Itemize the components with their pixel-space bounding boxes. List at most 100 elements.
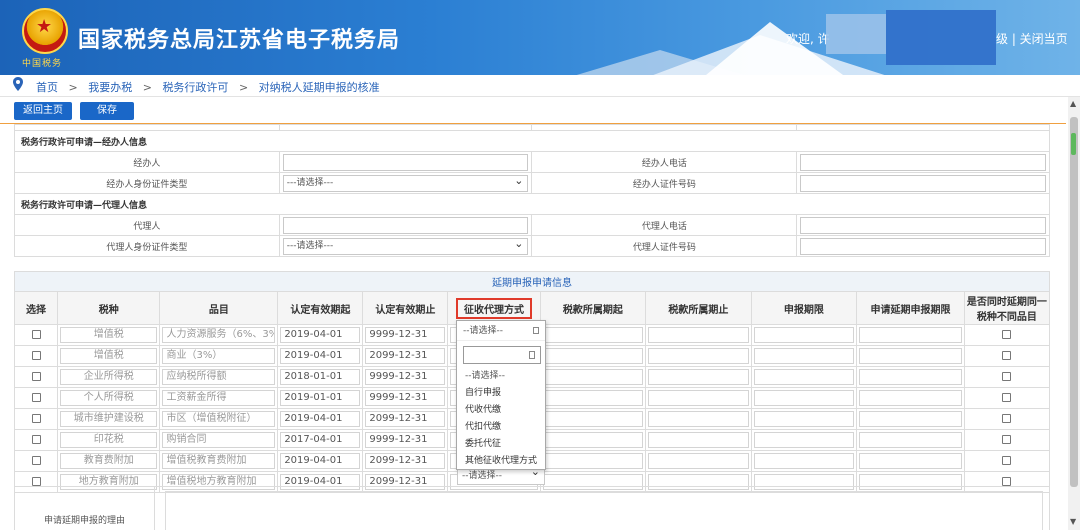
filing-deadline-input[interactable] <box>753 432 855 448</box>
row-select-checkbox[interactable] <box>31 393 41 402</box>
extended-deadline-input[interactable] <box>859 453 962 469</box>
proxy-phone-input[interactable] <box>800 216 1046 234</box>
save-button[interactable]: 保存 <box>80 102 134 120</box>
period-end-input[interactable] <box>648 411 749 427</box>
extended-deadline-input[interactable] <box>859 432 962 448</box>
proxy-id-no-input[interactable] <box>800 237 1046 255</box>
proxy-name-input[interactable] <box>282 216 529 234</box>
filing-deadline-input[interactable] <box>753 453 855 469</box>
row-select-checkbox[interactable] <box>31 435 41 444</box>
breadcrumb-separator: > <box>238 81 249 94</box>
dropdown-current-label: --请选择-- <box>463 326 503 336</box>
extended-deadline-input[interactable] <box>859 411 962 427</box>
collection-method-dropdown[interactable]: --请选择-- --请选择-- 自行申报 代收代缴 代扣代缴 委托代征 其他征收代理方式 <box>456 320 546 470</box>
extended-deadline-input[interactable] <box>859 327 962 343</box>
same-tax-extend-checkbox[interactable] <box>1002 393 1012 402</box>
period-start-input[interactable] <box>542 369 644 385</box>
tax-type-cell: 教育费附加 <box>60 453 158 469</box>
valid-to-cell: 9999-12-31 <box>365 327 446 343</box>
row-select-checkbox[interactable] <box>31 351 41 360</box>
filing-deadline-input[interactable] <box>753 369 855 385</box>
proxy-id-type-label: 代理人身份证件类型 <box>14 235 280 257</box>
proxy-section-title: 税务行政许可申请—代理人信息 <box>14 193 1050 215</box>
filing-deadline-input[interactable] <box>753 390 855 406</box>
period-end-input[interactable] <box>648 432 749 448</box>
agent-phone-input[interactable] <box>800 153 1046 171</box>
col-header-9: 申请延期申报期限 <box>856 291 965 325</box>
filing-deadline-input[interactable] <box>753 411 855 427</box>
col-header-2: 品目 <box>159 291 279 325</box>
same-tax-extend-checkbox[interactable] <box>1002 456 1012 465</box>
breadcrumb-tax-service[interactable]: 我要办税 <box>88 81 132 94</box>
dropdown-option[interactable]: --请选择-- <box>457 368 545 385</box>
period-end-input[interactable] <box>648 453 749 469</box>
header-links[interactable]: 级 | 关闭当页 <box>996 30 1068 47</box>
period-start-input[interactable] <box>542 432 644 448</box>
row-select-checkbox[interactable] <box>31 414 41 423</box>
tax-type-cell: 增值税 <box>60 327 158 343</box>
welcome-text: 欢迎, 许 <box>786 32 830 46</box>
breadcrumb-home[interactable]: 首页 <box>36 81 58 94</box>
agent-id-no-input[interactable] <box>800 174 1046 192</box>
site-title: 国家税务总局江苏省电子税务局 <box>78 28 401 53</box>
breadcrumb-admin-license[interactable]: 税务行政许可 <box>162 81 228 94</box>
filing-deadline-input[interactable] <box>753 348 855 364</box>
dropdown-option[interactable]: 自行申报 <box>457 385 545 402</box>
scroll-down-icon[interactable]: ▼ <box>1070 517 1076 526</box>
same-tax-extend-checkbox[interactable] <box>1002 372 1012 381</box>
row-select-checkbox[interactable] <box>31 372 41 381</box>
period-start-input[interactable] <box>542 348 644 364</box>
period-start-input[interactable] <box>542 411 644 427</box>
col-header-10: 是否同时延期同一税种不同品目 <box>963 291 1051 325</box>
dropdown-toggle-icon <box>533 327 539 334</box>
agent-id-type-select[interactable]: ---请选择--- <box>282 173 529 192</box>
header-banner: 中国税务 国家税务总局江苏省电子税务局 欢迎, 许 级 | 关闭当页 <box>0 0 1080 75</box>
reason-textarea[interactable] <box>165 491 1043 530</box>
agent-id-no-label: 经办人证件号码 <box>531 172 798 194</box>
tax-emblem-icon <box>22 8 68 54</box>
redacted-user-block <box>826 14 886 54</box>
valid-from-cell: 2019-01-01 <box>280 390 361 406</box>
extended-deadline-input[interactable] <box>859 390 962 406</box>
close-page-link[interactable]: 级 | 关闭当页 <box>996 32 1068 46</box>
dropdown-option[interactable]: 其他征收代理方式 <box>457 453 545 470</box>
same-tax-extend-checkbox[interactable] <box>1002 330 1012 339</box>
reason-row: 申请延期申报的理由 <box>14 486 1050 530</box>
scrollbar-thumb[interactable] <box>1070 117 1078 487</box>
period-start-input[interactable] <box>542 327 644 343</box>
extended-deadline-input[interactable] <box>859 369 962 385</box>
return-home-button[interactable]: 返回主页 <box>14 102 72 120</box>
period-end-input[interactable] <box>648 369 749 385</box>
row-select-checkbox[interactable] <box>31 456 41 465</box>
reason-label: 申请延期申报的理由 <box>15 487 155 530</box>
proxy-id-type-select[interactable]: ---请选择--- <box>282 236 529 255</box>
period-end-input[interactable] <box>648 327 749 343</box>
location-pin-icon <box>13 77 23 91</box>
period-end-input[interactable] <box>648 390 749 406</box>
row-select-checkbox[interactable] <box>31 477 41 486</box>
valid-from-cell: 2017-04-01 <box>280 432 361 448</box>
dropdown-option[interactable]: 委托代征 <box>457 436 545 453</box>
valid-from-cell: 2019-04-01 <box>280 453 361 469</box>
valid-to-cell: 2099-12-31 <box>365 453 446 469</box>
scroll-up-icon[interactable]: ▲ <box>1070 99 1076 108</box>
row-select-checkbox[interactable] <box>31 330 41 339</box>
tax-item-cell: 商业（3%） <box>162 348 276 364</box>
dropdown-current[interactable]: --请选择-- <box>457 321 545 341</box>
dropdown-option[interactable]: 代收代缴 <box>457 402 545 419</box>
same-tax-extend-checkbox[interactable] <box>1002 435 1012 444</box>
same-tax-extend-checkbox[interactable] <box>1002 477 1012 486</box>
same-tax-extend-checkbox[interactable] <box>1002 351 1012 360</box>
period-end-input[interactable] <box>648 348 749 364</box>
agent-name-input[interactable] <box>282 153 529 171</box>
period-start-input[interactable] <box>542 453 644 469</box>
filing-deadline-input[interactable] <box>753 327 855 343</box>
agent-id-type-label: 经办人身份证件类型 <box>14 172 280 194</box>
same-tax-extend-checkbox[interactable] <box>1002 414 1012 423</box>
period-start-input[interactable] <box>542 390 644 406</box>
dropdown-option[interactable]: 代扣代缴 <box>457 419 545 436</box>
extended-deadline-input[interactable] <box>859 348 962 364</box>
tax-type-cell: 印花税 <box>60 432 158 448</box>
page-scrollbar[interactable]: ▲ ▼ <box>1068 97 1080 530</box>
dropdown-search-input[interactable] <box>463 346 541 364</box>
